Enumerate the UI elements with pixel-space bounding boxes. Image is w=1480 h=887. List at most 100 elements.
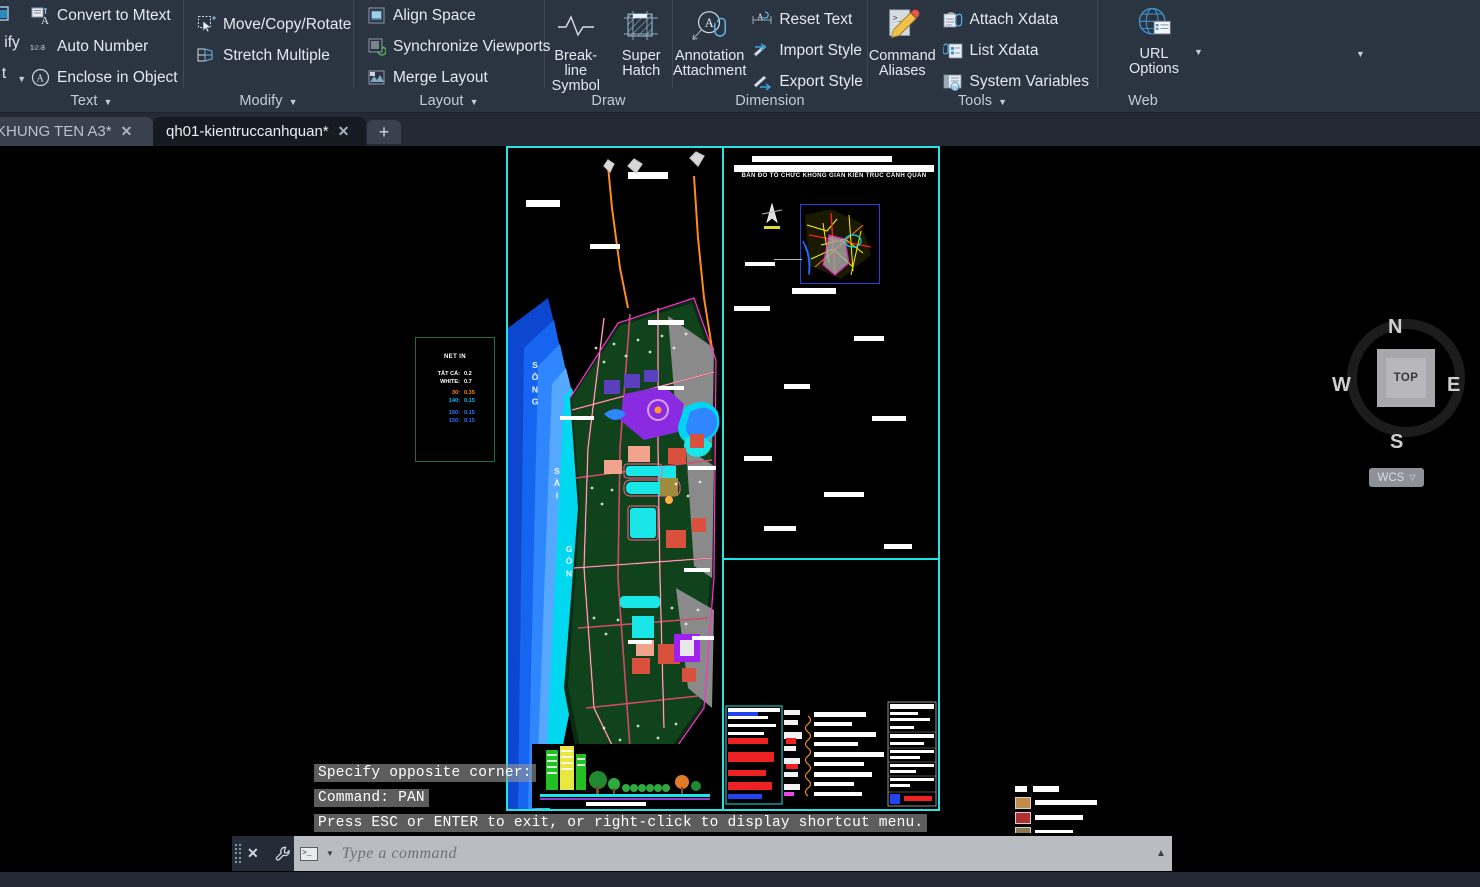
command-history-expand-button[interactable]: ▲ [1150,836,1172,871]
stretch-multiple-icon [196,46,216,66]
chevron-down-icon[interactable]: ▼ [326,849,334,858]
netin-key: TẤT CẢ: [437,371,460,377]
chevron-down-icon[interactable]: ▼ [103,97,112,107]
right-pane-notes [734,306,912,549]
url-options-button[interactable]: URL Options [1116,2,1192,77]
clipped-label-t[interactable]: t ▼ [2,58,26,89]
tab-khung-ten-a3[interactable]: -KHUNG TEN A3* ✕ [0,117,153,146]
wrench-icon [275,846,290,861]
map-legend [1015,786,1097,833]
tab-label: -KHUNG TEN A3* [0,123,112,140]
ribbon-panel-tools: >_ Command Aliases Attach Xdata List Xda… [868,0,1098,109]
legend-item [1015,825,1097,833]
netin-value: 0.2 [464,371,472,377]
drawing-sheet: BẢN ĐỒ TỔ CHỨC KHÔNG GIAN KIẾN TRÚC CẢNH… [506,146,1097,833]
ribbon-panels: ify t ▼ A Convert to Mtext 1 2 3 > > Aut… [0,0,1480,109]
netin-key: 140: [448,398,460,404]
convert-to-mtext-label: Convert to Mtext [57,6,171,24]
command-input[interactable]: Type a command [342,845,457,863]
ribbon-panel-title-draw[interactable]: Draw [545,88,672,113]
elevation-strip-drawing [532,744,722,808]
viewcube-cube[interactable]: TOP [1377,349,1435,407]
chevron-down-icon[interactable]: ▼ [1194,47,1203,57]
title-strip-1 [752,156,892,162]
auto-number-button[interactable]: 1 2 3 > > Auto Number [24,31,186,62]
ucs-selector[interactable]: WCS ▽ [1369,468,1424,487]
viewcube[interactable]: N S E W TOP [1332,309,1465,453]
command-line-customize-button[interactable] [272,836,294,871]
viewcube-east-label[interactable]: E [1447,374,1460,397]
ribbon-panel-web: URL Options ▼ Web [1098,0,1480,109]
attach-xdata-icon [943,10,963,30]
ribbon-panel-title-tools[interactable]: Tools ▼ [868,88,1097,113]
merge-layout-label: Merge Layout [393,68,488,86]
netin-row: 30: 0.35 [416,389,494,397]
text-panel-clipped-column: ify t ▼ [0,0,26,89]
tab-qh01-kientruccanhquan[interactable]: qh01-kientruccanhquan* ✕ [153,117,366,146]
align-space-button[interactable]: Align Space [360,0,558,31]
viewcube-top-face-label[interactable]: TOP [1386,358,1426,398]
status-bar [0,872,1480,887]
viewcube-west-label[interactable]: W [1332,374,1351,397]
title-strip-2 [734,165,934,172]
key-map-thumbnail [800,204,880,284]
command-history-line-2: Command: PAN [314,789,429,807]
chevron-down-icon[interactable]: ▼ [998,97,1007,107]
list-xdata-button[interactable]: List Xdata [937,35,1097,66]
ribbon-panel-dimension: A Annotation Attachment ▼ A Reset Text I… [673,0,1365,109]
ribbon-panel-title-dimension[interactable]: Dimension [673,88,867,113]
legend-item [1015,810,1097,825]
chevron-down-icon[interactable]: ▼ [17,74,26,84]
import-style-button[interactable]: Import Style [746,35,871,66]
panel-title-label: Draw [591,92,626,109]
close-icon[interactable]: ✕ [338,123,350,140]
new-layout-tab-button[interactable]: + [367,120,401,144]
viewcube-south-label[interactable]: S [1390,431,1403,454]
ribbon-panel-title-layout[interactable]: Layout ▼ [354,88,544,113]
synchronize-viewports-button[interactable]: Synchronize Viewports [360,31,558,62]
chevron-down-icon[interactable]: ▼ [289,97,298,107]
move-copy-rotate-button[interactable]: Move/Copy/Rotate [190,9,359,40]
legend-text-bar [1035,800,1097,805]
netin-key: 150: [448,418,460,424]
legend-text-bar [1035,830,1073,833]
ribbon-panel-title-text[interactable]: Text ▼ [0,88,183,113]
break-line-symbol-button[interactable]: Break-line Symbol [545,4,607,94]
ribbon-panel-title-web[interactable]: Web [1098,88,1188,113]
netin-key: 150: [448,410,460,416]
svg-text:A: A [757,12,764,22]
reset-text-button[interactable]: A Reset Text [746,4,871,35]
drawing-canvas[interactable]: BẢN ĐỒ TỔ CHỨC KHÔNG GIAN KIẾN TRÚC CẢNH… [0,146,1480,833]
command-input-wrapper[interactable]: >_ ▼ Type a command ▲ [294,836,1172,871]
convert-to-mtext-button[interactable]: A Convert to Mtext [24,0,186,31]
close-icon[interactable]: ✕ [121,123,133,140]
viewcube-north-label[interactable]: N [1388,316,1402,339]
merge-layout-icon [366,68,386,88]
super-hatch-button[interactable]: Super Hatch [611,4,673,79]
command-line-grip[interactable]: ✕ [232,836,272,871]
annotation-attachment-button[interactable]: A Annotation Attachment ▼ [673,4,1365,79]
chevron-down-icon[interactable]: ▼ [470,97,479,107]
auto-number-icon: 1 2 3 > > [30,37,50,57]
netin-row: WHITE: 0.7 [416,378,494,386]
command-prompt-icon[interactable]: >_ [300,846,318,861]
chevron-down-icon[interactable]: ▽ [1409,473,1415,482]
clipped-label-modify[interactable]: ify [4,27,20,58]
legend-item [1015,795,1097,810]
drag-handle-icon[interactable] [235,844,242,863]
panel-title-label: Dimension [735,92,805,109]
super-hatch-icon [621,6,661,46]
stretch-multiple-label: Stretch Multiple [223,46,330,64]
clipped-top-icon[interactable] [0,1,24,27]
command-aliases-button[interactable]: >_ Command Aliases [868,4,937,79]
annotation-attachment-icon: A [690,6,730,46]
site-plan-drawing [508,148,722,809]
attach-xdata-button[interactable]: Attach Xdata [937,4,1097,35]
stretch-multiple-button[interactable]: Stretch Multiple [190,40,359,71]
close-icon[interactable]: ✕ [247,845,259,862]
synchronize-viewports-icon [366,37,386,57]
tools-panel-items: Attach Xdata List Xdata (x) System Varia… [937,4,1097,97]
ribbon-panel-title-modify[interactable]: Modify ▼ [184,88,353,113]
command-line-bar[interactable]: ✕ >_ ▼ Type a command ▲ [232,836,1172,871]
command-aliases-label: Command Aliases [868,48,936,79]
